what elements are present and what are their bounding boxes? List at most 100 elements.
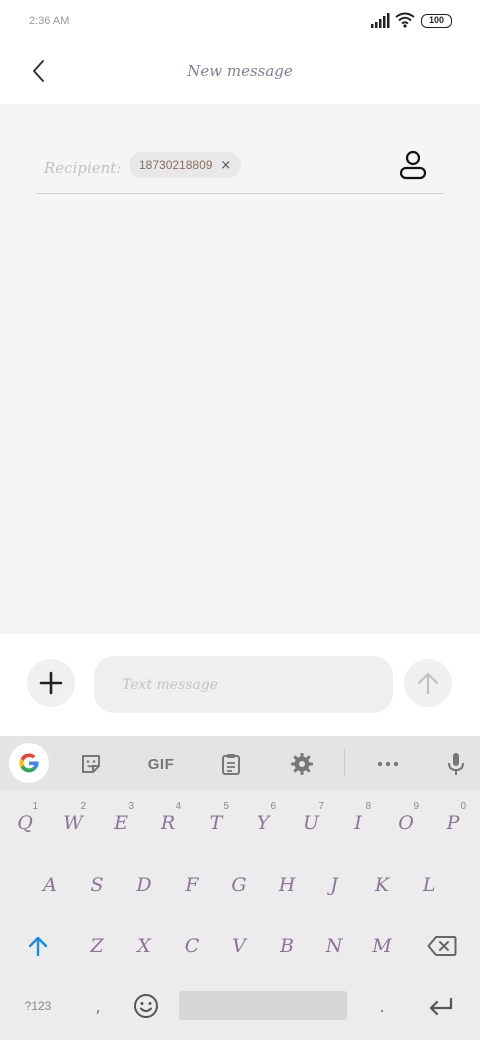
signal-icon [371,13,390,28]
message-area: Recipient: 18730218809 × [0,104,480,634]
settings-button[interactable] [282,744,322,784]
emoji-key[interactable] [124,986,168,1026]
key-l[interactable]: L [407,859,451,911]
shift-key[interactable] [14,920,62,972]
key-q[interactable]: Q1 [3,797,47,849]
key-h[interactable]: H [265,859,309,911]
key-label: G [231,874,247,896]
key-label: E [114,812,128,834]
key-hint: 7 [318,801,324,812]
gif-button[interactable]: GIF [136,744,186,784]
period-key[interactable]: . [360,986,404,1026]
more-icon [377,761,399,767]
battery-indicator: 100 [421,14,452,28]
key-label: C [184,935,200,957]
message-input[interactable] [94,656,393,713]
key-hint: 2 [80,801,86,812]
mic-icon [448,753,464,775]
chip-close-icon[interactable]: × [220,159,231,172]
key-hint: 9 [413,801,419,812]
sticker-icon [82,755,100,773]
key-x[interactable]: X [122,920,166,972]
key-label: Q [17,812,33,834]
key-t[interactable]: T5 [194,797,238,849]
person-icon [399,150,427,180]
key-s[interactable]: S [75,859,119,911]
arrow-up-icon [28,936,48,957]
key-k[interactable]: K [360,859,404,911]
keyboard: G I F Q 1 W 2 E 3 R 4 T 5 Y 6 U 7 I 8 O 9 … [0,736,480,1040]
recipient-chip[interactable]: 18730218809 × [129,152,242,178]
backspace-key[interactable] [418,920,466,972]
composer-bar [0,634,480,736]
key-b[interactable]: B [265,920,309,972]
key-v[interactable]: V [217,920,261,972]
key-label: K [374,874,390,896]
gear-icon [291,753,313,775]
sticker-button[interactable] [71,744,111,784]
key-label: H [278,874,296,896]
recipient-row: Recipient: 18730218809 × [36,144,444,194]
key-hint: 1 [32,801,38,812]
key-label: J [330,874,338,896]
symbols-key[interactable]: ?123 [14,986,62,1026]
key-label: D [136,874,152,896]
key-label: U [302,812,319,834]
key-p[interactable]: P0 [431,797,475,849]
recipient-chip-value: 18730218809 [139,158,213,172]
more-button[interactable] [368,744,408,784]
key-o[interactable]: O9 [384,797,428,849]
key-z[interactable]: Z [75,920,119,972]
add-attachment-button[interactable] [27,659,75,707]
key-label: R [160,812,176,834]
toolbar-divider [344,749,345,777]
key-n[interactable]: N [312,920,356,972]
key-j[interactable]: J [312,859,356,911]
backspace-icon [427,936,457,956]
space-key[interactable] [179,991,347,1020]
key-hint: 0 [460,801,466,812]
recipient-label: Recipient: [44,159,122,177]
key-hint: 5 [223,801,229,812]
key-f[interactable]: F [170,859,214,911]
google-icon [19,753,39,773]
key-hint: 4 [175,801,181,812]
page-title: New message [187,62,293,80]
keyboard-toolbar: GIF [0,736,480,790]
key-label: N [325,935,343,957]
key-a[interactable]: A [28,859,72,911]
gif-icon: GIF [147,755,175,773]
enter-icon [429,997,453,1016]
key-label: B [280,935,294,957]
key-r[interactable]: R4 [146,797,190,849]
voice-input-button[interactable] [436,744,476,784]
key-g[interactable]: G [217,859,261,911]
key-label: X [137,935,151,957]
key-hint: 3 [128,801,134,812]
key-c[interactable]: C [170,920,214,972]
key-y[interactable]: Y6 [241,797,285,849]
enter-key[interactable] [418,986,464,1026]
comma-key[interactable]: , [76,986,120,1026]
key-label: L [422,874,436,896]
emoji-icon [134,994,158,1018]
key-label: F [185,874,199,896]
key-i[interactable]: I8 [336,797,380,849]
plus-icon [39,671,63,695]
google-button[interactable] [9,743,49,783]
key-d[interactable]: D [122,859,166,911]
key-label: O [398,812,414,834]
send-button[interactable] [404,659,452,707]
key-u[interactable]: U7 [289,797,333,849]
contact-picker-button[interactable] [396,149,430,183]
key-w[interactable]: W2 [51,797,95,849]
clipboard-button[interactable] [211,744,251,784]
key-hint: 6 [270,801,276,812]
key-m[interactable]: M [360,920,404,972]
key-label: I [354,812,362,834]
key-label: Y [256,812,270,834]
key-label: S [90,874,104,896]
status-bar: 2:36 AM 100 [0,0,480,44]
key-label: V [232,935,246,957]
key-e[interactable]: E3 [99,797,143,849]
